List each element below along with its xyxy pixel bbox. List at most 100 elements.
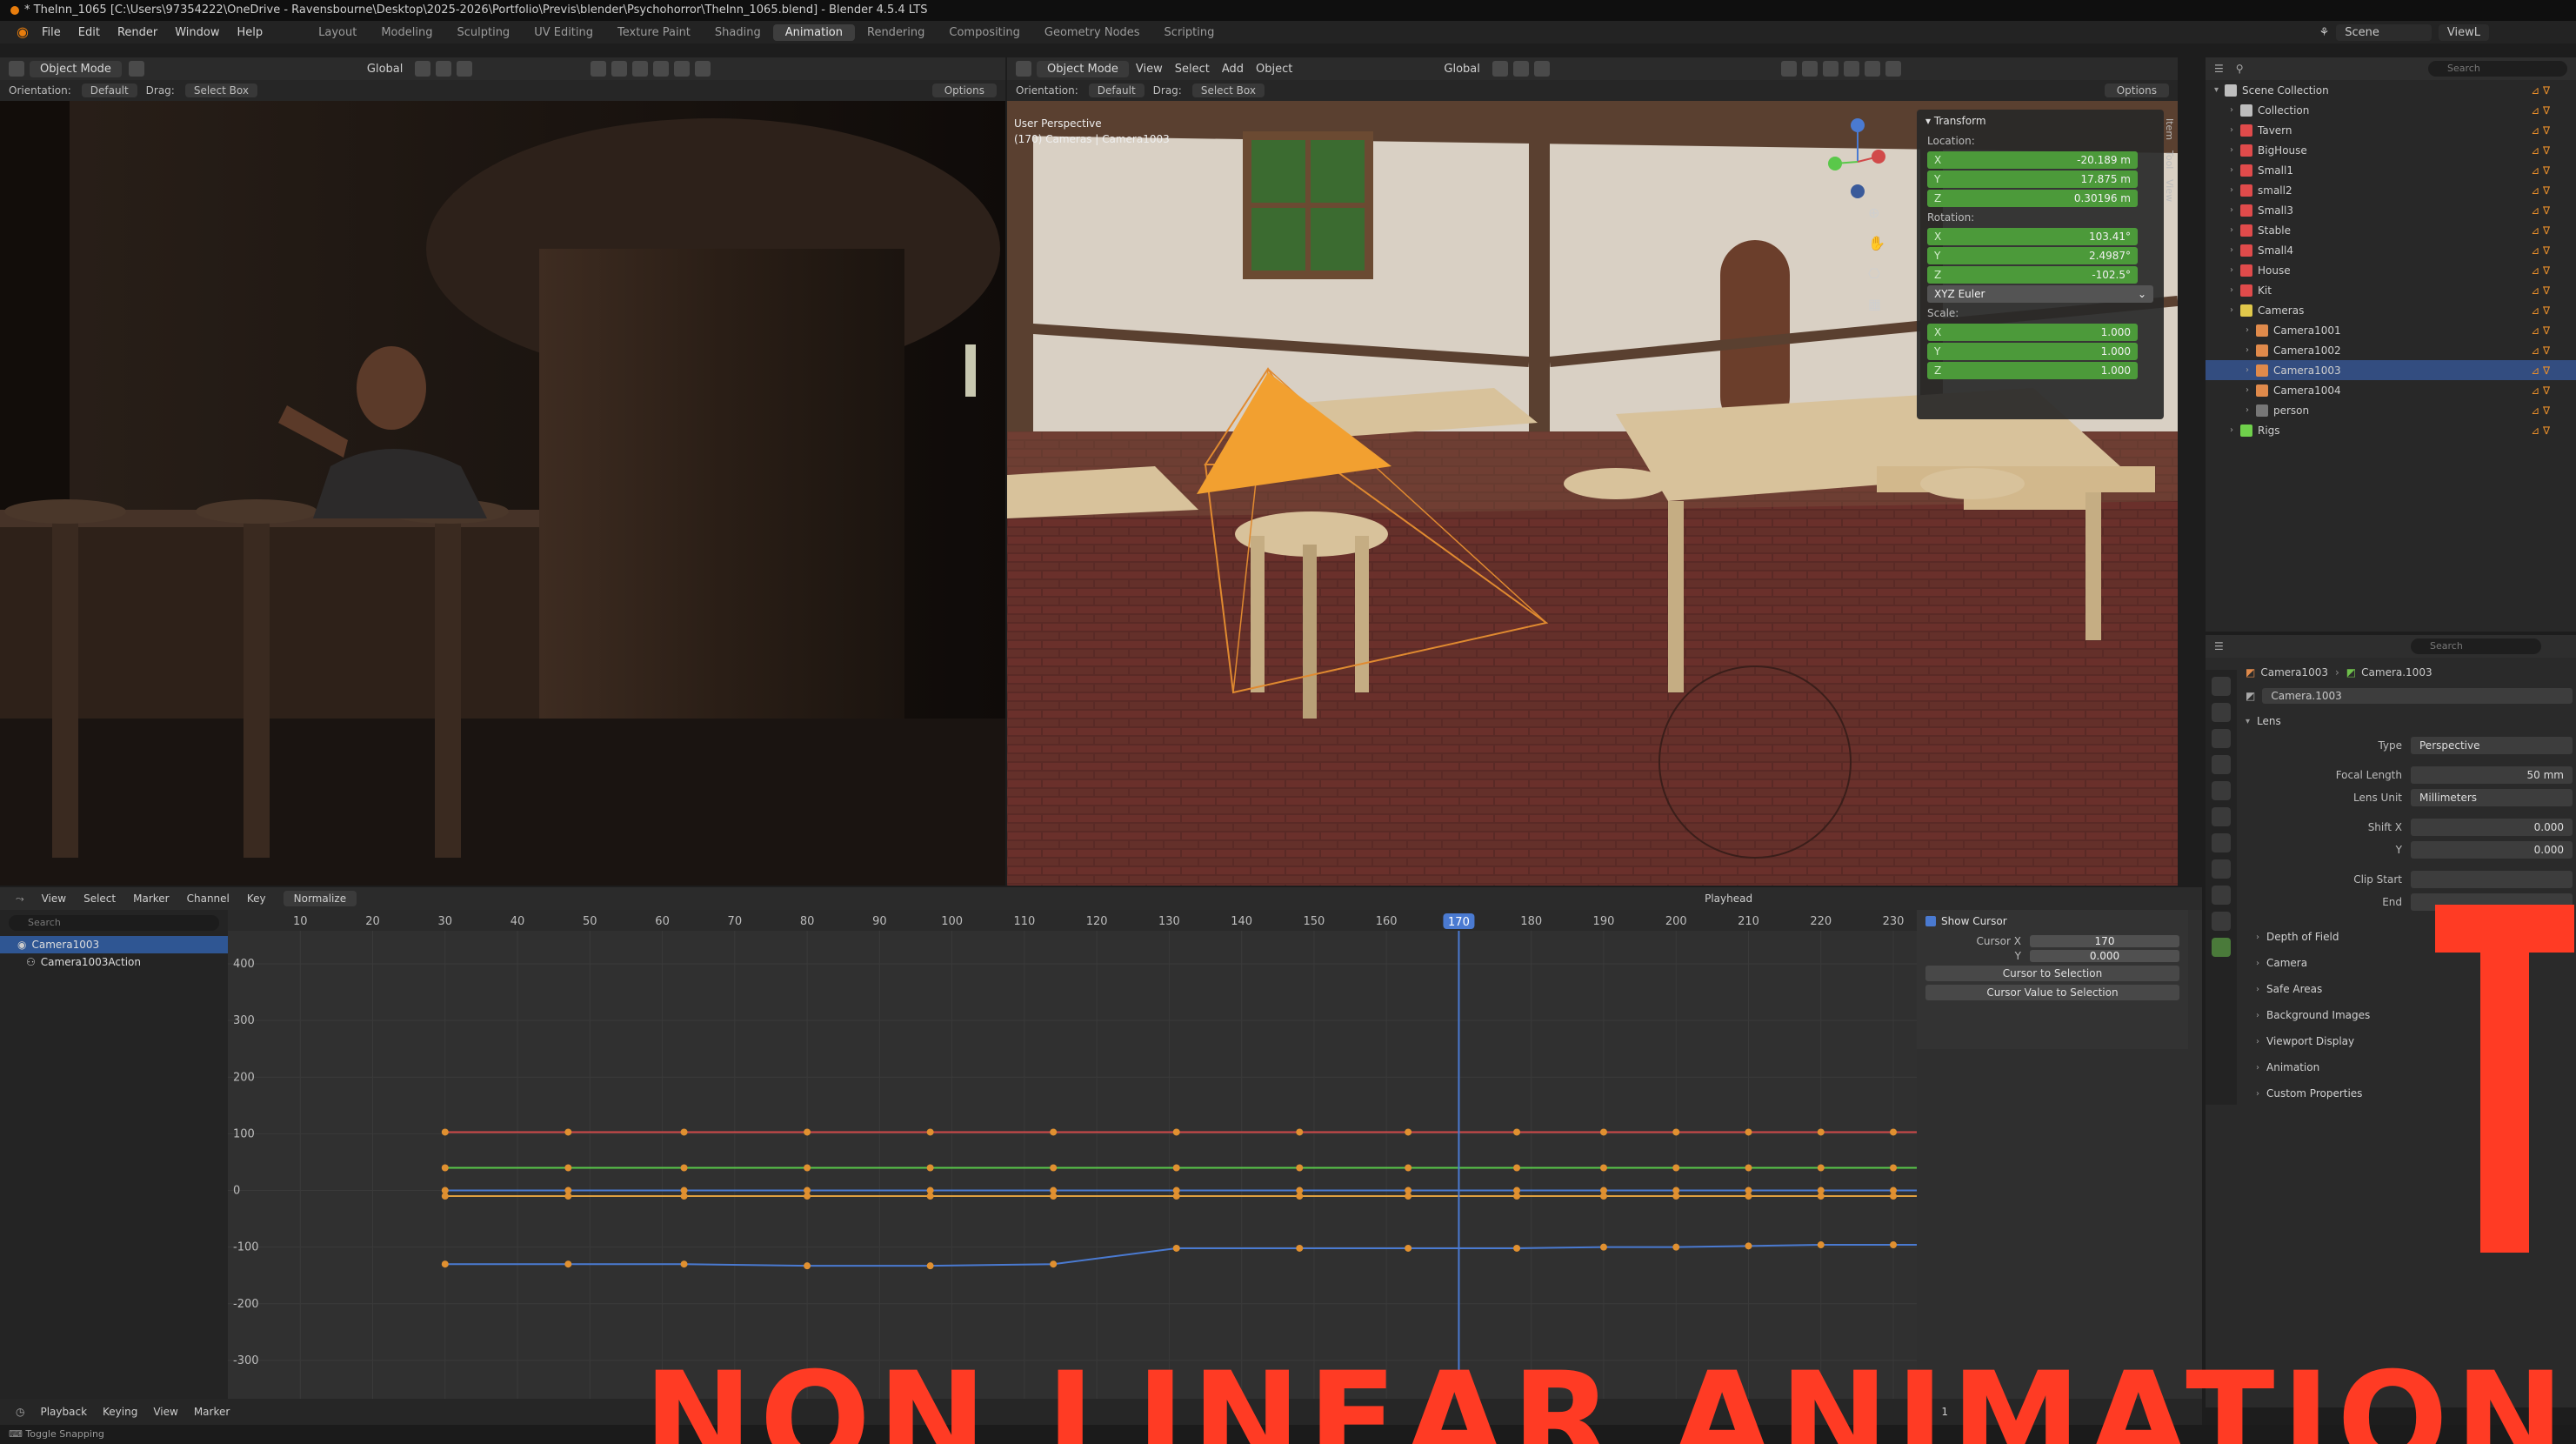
menu-view[interactable]: View	[42, 892, 66, 905]
options-dropdown[interactable]: Options	[2104, 84, 2169, 97]
expand-icon[interactable]: ›	[2230, 205, 2240, 215]
cursor-to-selection-button[interactable]: Cursor to Selection	[1925, 966, 2179, 981]
render-tab-icon[interactable]	[2212, 703, 2231, 722]
pivot-icon[interactable]	[415, 61, 431, 77]
scale-y-field[interactable]: Y 1.000	[1927, 343, 2138, 360]
expand-icon[interactable]: ›	[2230, 165, 2240, 175]
outliner-search-input[interactable]: Search	[2428, 61, 2567, 77]
expand-icon[interactable]: ›	[2230, 185, 2240, 195]
constraints-tab-icon[interactable]	[2212, 912, 2231, 931]
transform-panel-title[interactable]: ▾ Transform	[1917, 110, 2164, 132]
workspace-tab-rendering[interactable]: Rendering	[855, 24, 937, 41]
normalize-toggle[interactable]: Normalize	[283, 891, 357, 906]
drag-dropdown[interactable]: Select Box	[1191, 84, 1265, 97]
menu-marker[interactable]: Marker	[194, 1406, 230, 1418]
outliner-item[interactable]: › Small1 ⊿ ∇	[2206, 160, 2576, 180]
workspace-tab-layout[interactable]: Layout	[306, 24, 369, 41]
outliner-item[interactable]: › small2 ⊿ ∇	[2206, 180, 2576, 200]
menu-channel[interactable]: Channel	[187, 892, 230, 905]
object-tab-icon[interactable]	[2212, 859, 2231, 879]
camera-datablock-field[interactable]: Camera.1003	[2262, 688, 2573, 704]
show-cursor-row[interactable]: Show Cursor	[1917, 910, 2188, 933]
menu-view[interactable]: View	[1136, 63, 1163, 76]
view-layer-tab-icon[interactable]	[2212, 755, 2231, 774]
timeline-editor-icon[interactable]: ◷	[16, 1406, 24, 1418]
playhead-dropdown[interactable]: Playhead	[1705, 892, 1752, 905]
expand-icon[interactable]: ›	[2246, 405, 2256, 415]
editor-type-icon[interactable]	[1016, 61, 1031, 77]
camera-data-tab-icon[interactable]	[2212, 938, 2231, 957]
menu-add[interactable]: Add	[1222, 63, 1244, 76]
workspace-tab-sculpting[interactable]: Sculpting	[444, 24, 522, 41]
cursor-y-field[interactable]: 0.000	[2030, 950, 2179, 962]
tab-tool[interactable]: Tool	[2164, 145, 2175, 174]
expand-icon[interactable]: ›	[2246, 325, 2256, 335]
outliner-editor-icon[interactable]: ☰	[2214, 63, 2224, 75]
visibility-icon[interactable]	[1780, 61, 1797, 77]
outliner-item[interactable]: › Camera1004 ⊿ ∇	[2206, 380, 2576, 400]
outliner-item[interactable]: › Kit ⊿ ∇	[2206, 280, 2576, 300]
lens-type-dropdown[interactable]: Perspective	[2411, 737, 2573, 754]
rotation-mode-dropdown[interactable]: XYZ Euler ⌄	[1927, 285, 2153, 303]
menu-select[interactable]: Select	[1175, 63, 1210, 76]
workspace-tab-animation[interactable]: Animation	[772, 23, 855, 41]
menu-key[interactable]: Key	[247, 892, 266, 905]
workspace-tab-shading[interactable]: Shading	[703, 24, 773, 41]
expand-icon[interactable]: ›	[2230, 245, 2240, 255]
expand-icon[interactable]: ›	[2230, 285, 2240, 295]
properties-editor-icon[interactable]: ☰	[2214, 640, 2224, 652]
workspace-tab-modeling[interactable]: Modeling	[369, 24, 444, 41]
output-tab-icon[interactable]	[2212, 729, 2231, 748]
lens-unit-dropdown[interactable]: Millimeters	[2411, 789, 2573, 806]
scale-x-field[interactable]: X 1.000	[1927, 324, 2138, 341]
physics-tab-icon[interactable]	[2212, 886, 2231, 905]
menu-icon[interactable]	[128, 61, 144, 77]
drag-dropdown[interactable]: Select Box	[184, 84, 257, 97]
location-y-field[interactable]: Y 17.875 m	[1927, 170, 2138, 188]
rotation-y-field[interactable]: Y 2.4987°	[1927, 247, 2138, 264]
workspace-tab-scripting[interactable]: Scripting	[1152, 24, 1227, 41]
outliner-item[interactable]: › BigHouse ⊿ ∇	[2206, 140, 2576, 160]
scene-selector[interactable]: ⚘ Scene ViewL	[2319, 21, 2489, 43]
cursor-value-to-selection-button[interactable]: Cursor Value to Selection	[1925, 985, 2179, 1000]
lens-panel-header[interactable]: ▾ Lens	[2237, 708, 2576, 734]
expand-icon[interactable]: ›	[2230, 425, 2240, 435]
filter-icon[interactable]: ⚲	[2236, 63, 2244, 75]
transform-orientation[interactable]: Global	[367, 63, 403, 76]
menu-help[interactable]: Help	[229, 26, 272, 39]
menu-file[interactable]: File	[33, 26, 70, 39]
snap-icon[interactable]	[1512, 61, 1529, 77]
expand-icon[interactable]: ▾	[2214, 85, 2225, 95]
focal-length-field[interactable]: 50 mm	[2411, 766, 2573, 784]
mode-selector[interactable]: Object Mode	[1037, 60, 1129, 77]
menu-render[interactable]: Render	[109, 26, 166, 39]
expand-icon[interactable]: ›	[2230, 265, 2240, 275]
clip-start-field[interactable]	[2411, 871, 2573, 888]
shading-material-icon[interactable]	[1864, 61, 1880, 77]
workspace-tab-texture-paint[interactable]: Texture Paint	[605, 24, 703, 41]
workspace-tab-compositing[interactable]: Compositing	[937, 24, 1032, 41]
proportional-icon[interactable]	[457, 61, 473, 77]
menu-view[interactable]: View	[153, 1406, 177, 1418]
expand-icon[interactable]: ›	[2230, 305, 2240, 315]
outliner-item[interactable]: › Rigs ⊿ ∇	[2206, 420, 2576, 440]
gizmo-icon[interactable]	[611, 61, 628, 77]
outliner-item[interactable]: › Small3 ⊿ ∇	[2206, 200, 2576, 220]
transform-orientation[interactable]: Global	[1444, 63, 1479, 76]
gizmo-icon[interactable]	[1801, 61, 1818, 77]
menu-keying[interactable]: Keying	[103, 1406, 137, 1418]
outliner-item[interactable]: › person ⊿ ∇	[2206, 400, 2576, 420]
visibility-icon[interactable]	[591, 61, 607, 77]
expand-icon[interactable]: ›	[2246, 365, 2256, 375]
scene-tab-icon[interactable]	[2212, 781, 2231, 800]
shading-solid-icon[interactable]	[1843, 61, 1859, 77]
shift-y-field[interactable]: 0.000	[2411, 841, 2573, 859]
graph-area[interactable]: 10 20 30 40 50 60 70 80 90 100 110 120 130 140 150 160 1…	[228, 910, 1917, 1406]
editor-type-icon[interactable]	[9, 61, 24, 77]
expand-icon[interactable]: ›	[2230, 105, 2240, 115]
editor-type-icon[interactable]: ⤳	[16, 892, 24, 906]
camera-viewport[interactable]	[0, 101, 1005, 886]
outliner-item[interactable]: › Stable ⊿ ∇	[2206, 220, 2576, 240]
outliner-item[interactable]: › Camera1003 ⊿ ∇	[2206, 360, 2576, 380]
menu-object[interactable]: Object	[1256, 63, 1292, 76]
